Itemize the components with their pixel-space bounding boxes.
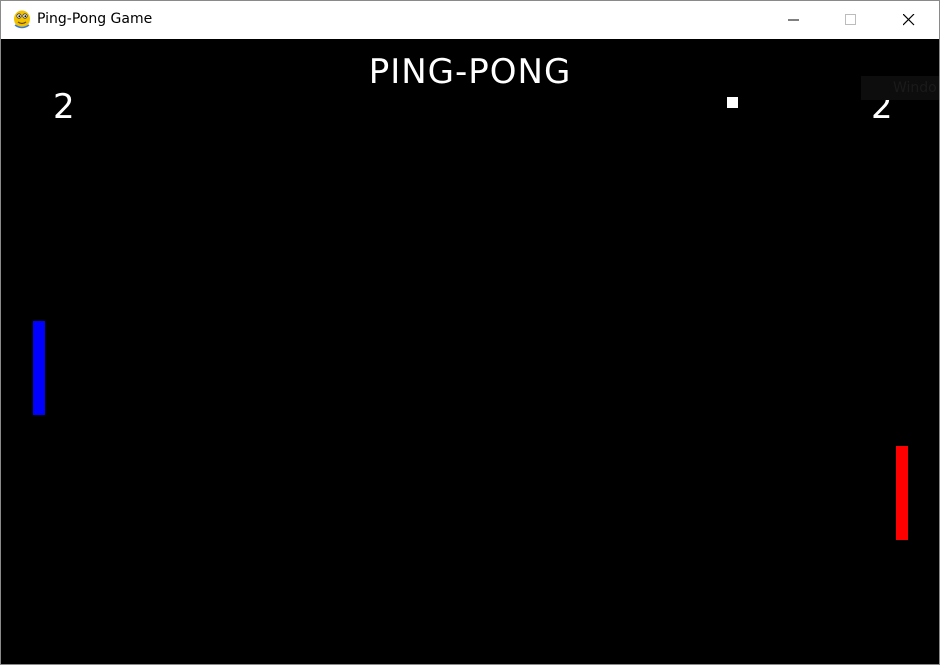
close-icon bbox=[903, 14, 915, 26]
app-window: Ping-Pong Game PING-PONG 2 2 Windo bbox=[0, 0, 940, 665]
close-button[interactable] bbox=[886, 1, 932, 39]
left-player-score: 2 bbox=[53, 87, 75, 127]
game-title: PING-PONG bbox=[368, 52, 572, 92]
left-paddle bbox=[33, 321, 45, 415]
ball bbox=[727, 97, 738, 108]
game-canvas[interactable]: PING-PONG 2 2 Windo bbox=[1, 39, 939, 664]
minimize-icon bbox=[788, 19, 799, 21]
maximize-button[interactable] bbox=[828, 1, 874, 39]
python-snake-icon bbox=[12, 9, 32, 29]
right-paddle bbox=[896, 446, 908, 540]
overlay-tooltip: Windo bbox=[861, 76, 939, 100]
title-bar[interactable]: Ping-Pong Game bbox=[1, 1, 939, 39]
window-title: Ping-Pong Game bbox=[37, 11, 153, 27]
maximize-icon bbox=[845, 14, 856, 25]
minimize-button[interactable] bbox=[771, 1, 817, 39]
